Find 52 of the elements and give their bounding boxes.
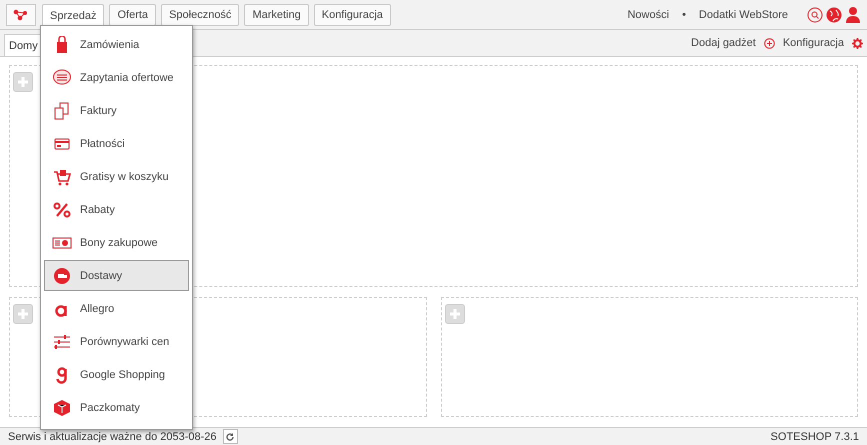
menu-item[interactable]: Dostawy	[44, 260, 189, 291]
plus-circle-icon	[764, 38, 775, 48]
nav-tab[interactable]: Społeczność	[161, 4, 240, 26]
menu-item-label: Faktury	[80, 104, 117, 116]
nav-tab[interactable]: Oferta	[109, 4, 156, 26]
menu-item-label: Dostawy	[80, 270, 122, 282]
menu-item-label: Rabaty	[80, 204, 115, 216]
percent-icon	[52, 200, 72, 218]
plus-icon	[17, 308, 29, 320]
chat-bubble-icon	[52, 68, 72, 86]
refresh-button[interactable]	[222, 429, 238, 444]
menu-item-label: Gratisy w koszyku	[80, 170, 169, 182]
plus-icon	[17, 76, 29, 88]
logo-icon	[13, 8, 29, 20]
menu-item-label: Porównywarki cen	[80, 336, 170, 348]
settings-icon[interactable]	[852, 38, 863, 48]
nav-tab[interactable]: Konfiguracja	[314, 4, 391, 26]
globe-icon[interactable]	[826, 6, 842, 22]
nav-tab[interactable]: Sprzedaż	[42, 4, 104, 28]
menu-item[interactable]: Porównywarki cen	[44, 326, 189, 357]
menu-item-label: Płatności	[80, 138, 125, 150]
menu-item[interactable]: Rabaty	[44, 194, 189, 225]
user-icon[interactable]	[845, 6, 861, 23]
top-link[interactable]: Dodatki WebStore	[698, 8, 788, 20]
logo-button[interactable]	[6, 4, 36, 26]
menu-item[interactable]: Zapytania ofertowe	[44, 62, 189, 93]
menu-item[interactable]: Faktury	[44, 95, 189, 126]
search-icon[interactable]	[807, 6, 823, 22]
nav-tab[interactable]: Marketing	[244, 4, 309, 26]
version-text: SOTESHOP 7.3.1	[770, 430, 859, 442]
status-text: Serwis i aktualizacje ważne do 2053-08-26	[8, 430, 217, 442]
menu-item-label: Zapytania ofertowe	[80, 72, 174, 84]
sliders-icon	[52, 332, 72, 350]
menu-item[interactable]: Bony zakupowe	[44, 227, 189, 258]
separator-dot: •	[682, 8, 686, 20]
menu-item[interactable]: Allegro	[44, 293, 189, 324]
menu-item[interactable]: Google Shopping	[44, 359, 189, 390]
refresh-icon	[225, 432, 236, 442]
menu-item[interactable]: Płatności	[44, 128, 189, 159]
menu-item-label: Paczkomaty	[80, 402, 140, 414]
cart-gift-icon	[52, 168, 72, 186]
menu-item-label: Zamówienia	[80, 38, 140, 50]
menu-item-label: Google Shopping	[80, 368, 166, 380]
menu-item-label: Allegro	[80, 302, 114, 314]
parcel-icon	[52, 398, 72, 416]
menu-item-label: Bony zakupowe	[80, 236, 158, 248]
menu-item[interactable]: Gratisy w koszyku	[44, 161, 189, 192]
config-link[interactable]: Konfiguracja	[782, 37, 844, 49]
plus-icon	[448, 308, 460, 320]
menu-item[interactable]: Paczkomaty	[44, 392, 189, 423]
top-link[interactable]: Nowości	[627, 8, 670, 20]
add-gadget-link[interactable]: Dodaj gadżet	[691, 37, 756, 49]
